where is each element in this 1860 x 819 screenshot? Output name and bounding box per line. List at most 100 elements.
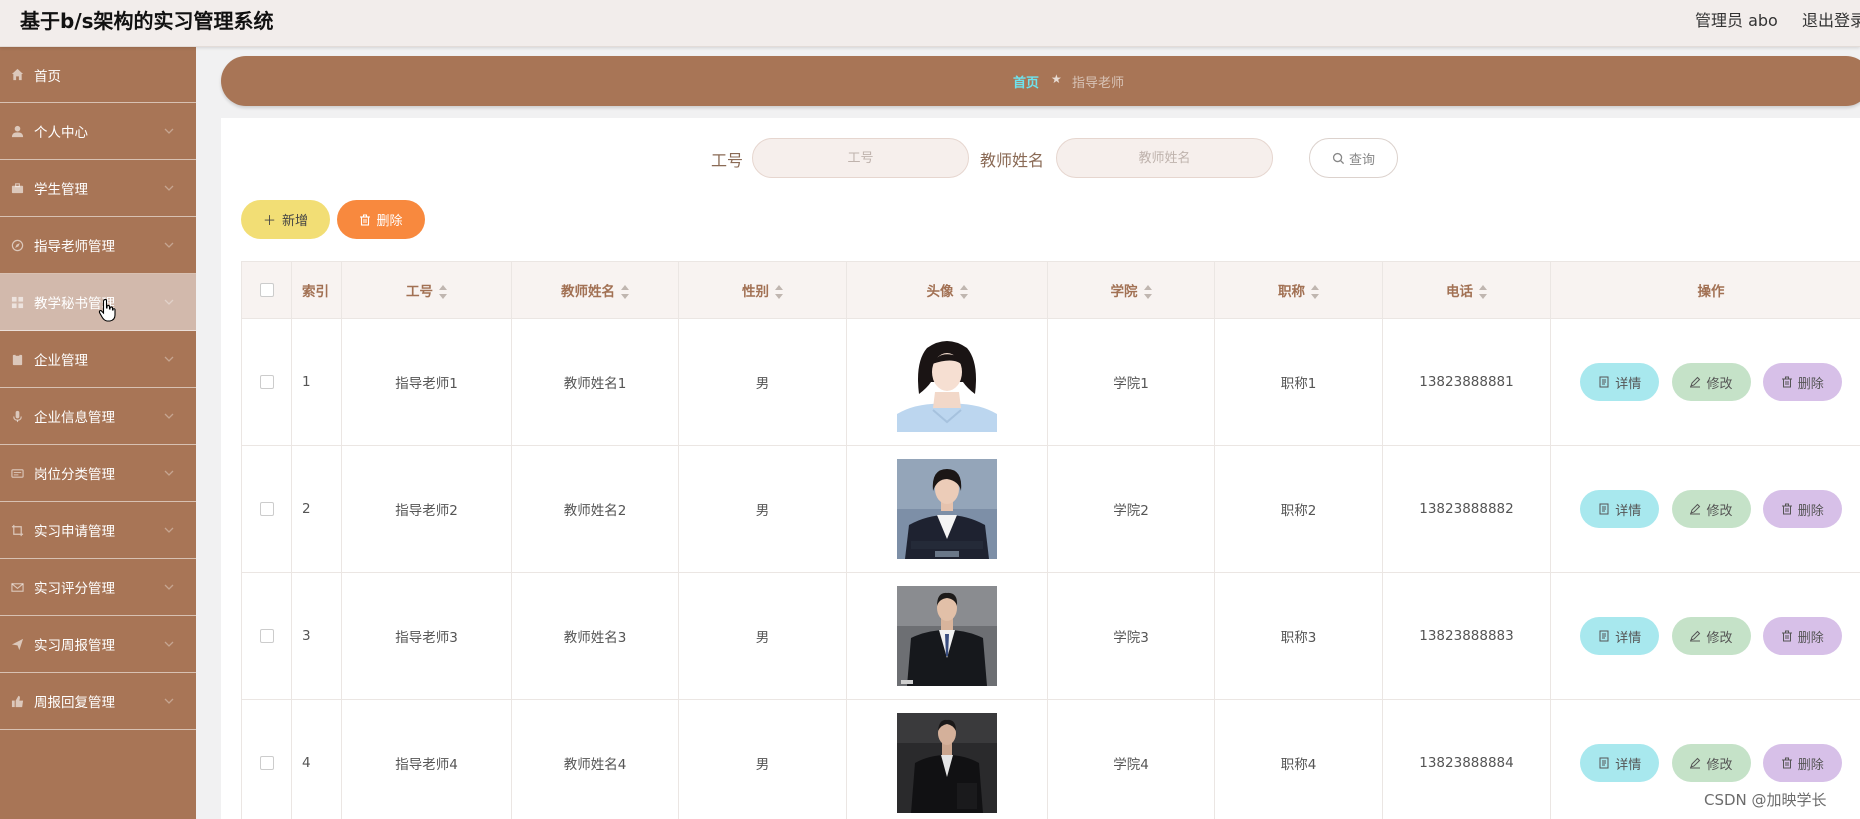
logout-link[interactable]: 退出登录 <box>1802 7 1860 31</box>
column-header-label: 工号 <box>406 284 433 300</box>
sidebar-item-profile[interactable]: 个人中心 <box>0 103 196 160</box>
sidebar-item-label: 实习评分管理 <box>34 581 115 597</box>
teacher-table: 索引 工号 教师姓名 性别 头像 学院 职称 电话 操作 1 指导老师1 教师姓… <box>241 261 1860 819</box>
sidebar-item-teachers[interactable]: 指导老师管理 <box>0 217 196 274</box>
table-row: 2 指导老师2 教师姓名2 男 学院2 职称2 13823888882 详情 修… <box>241 445 1860 573</box>
sidebar-item-internship-applications[interactable]: 实习申请管理 <box>0 502 196 559</box>
table-row: 1 指导老师1 教师姓名1 男 学院1 职称1 13823888881 详情 修… <box>241 318 1860 446</box>
column-header-avatar[interactable]: 头像 <box>846 261 1048 319</box>
sidebar-item-label: 企业信息管理 <box>34 410 115 426</box>
detail-button[interactable]: 详情 <box>1580 744 1660 782</box>
sidebar-item-label: 学生管理 <box>34 182 88 198</box>
row-phone: 13823888883 <box>1382 572 1551 700</box>
row-gender: 男 <box>678 572 847 700</box>
sidebar-item-label: 实习申请管理 <box>34 524 115 540</box>
teacher-no-input[interactable] <box>752 138 969 178</box>
plus-icon: ＋ <box>262 214 276 229</box>
sort-icon[interactable] <box>1479 285 1487 299</box>
row-actions: 详情 修改 删除 <box>1550 445 1860 573</box>
breadcrumb-home[interactable]: 首页 <box>1013 72 1039 91</box>
detail-button[interactable]: 详情 <box>1580 617 1660 655</box>
row-title: 职称4 <box>1214 699 1383 819</box>
row-actions: 详情 修改 删除 <box>1550 318 1860 446</box>
detail-button-label: 详情 <box>1615 503 1642 519</box>
chevron-down-icon <box>164 584 174 590</box>
column-header-college[interactable]: 学院 <box>1047 261 1215 319</box>
row-index: 4 <box>291 699 342 819</box>
sidebar-item-students[interactable]: 学生管理 <box>0 160 196 217</box>
column-header-phone[interactable]: 电话 <box>1382 261 1551 319</box>
grid-icon <box>10 295 24 309</box>
hand-pointer-icon <box>98 298 116 322</box>
select-all-checkbox[interactable] <box>259 283 274 297</box>
row-college: 学院1 <box>1047 318 1215 446</box>
row-phone: 13823888881 <box>1382 318 1551 446</box>
teacher-name-input[interactable] <box>1056 138 1273 178</box>
row-checkbox[interactable] <box>259 629 274 643</box>
detail-button[interactable]: 详情 <box>1580 363 1660 401</box>
edit-button[interactable]: 修改 <box>1671 363 1751 401</box>
edit-button[interactable]: 修改 <box>1671 490 1751 528</box>
row-avatar-cell <box>846 445 1048 573</box>
sidebar-item-company-info[interactable]: 企业信息管理 <box>0 388 196 445</box>
edit-button[interactable]: 修改 <box>1671 744 1751 782</box>
sort-icon[interactable] <box>621 285 629 299</box>
row-teacher-name: 教师姓名1 <box>511 318 679 446</box>
query-button[interactable]: 查询 <box>1309 138 1398 178</box>
column-header-name[interactable]: 教师姓名 <box>511 261 679 319</box>
sidebar-item-job-categories[interactable]: 岗位分类管理 <box>0 445 196 502</box>
delete-button[interactable]: 删除 <box>1762 363 1842 401</box>
sidebar-item-companies[interactable]: 企业管理 <box>0 331 196 388</box>
edit-button[interactable]: 修改 <box>1671 617 1751 655</box>
row-teacher-no: 指导老师2 <box>341 445 512 573</box>
column-header-no[interactable]: 工号 <box>341 261 512 319</box>
briefcase-icon <box>10 181 24 195</box>
sort-icon[interactable] <box>439 285 447 299</box>
edit-button-label: 修改 <box>1706 630 1733 646</box>
sort-icon[interactable] <box>775 285 783 299</box>
row-title: 职称3 <box>1214 572 1383 700</box>
sidebar-item-weekly-reports[interactable]: 实习周报管理 <box>0 616 196 673</box>
home-icon <box>10 68 24 82</box>
admin-username: 管理员 abo <box>1695 11 1778 30</box>
column-header-index: 索引 <box>291 261 342 319</box>
delete-button-label: 删除 <box>1797 376 1824 392</box>
sidebar-item-secretaries[interactable]: 教学秘书管理 <box>0 274 196 331</box>
sort-icon[interactable] <box>1143 285 1152 299</box>
row-checkbox[interactable] <box>259 375 274 389</box>
row-select-cell <box>241 445 292 573</box>
delete-button[interactable]: 删除 <box>1762 744 1842 782</box>
thumbs-up-icon <box>10 694 24 708</box>
trash-icon <box>1781 757 1792 769</box>
column-header-label: 职称 <box>1278 284 1305 300</box>
edit-button-label: 修改 <box>1706 503 1733 519</box>
sidebar-item-report-replies[interactable]: 周报回复管理 <box>0 673 196 730</box>
add-button[interactable]: ＋ 新增 <box>241 200 330 239</box>
row-select-cell <box>241 318 292 446</box>
sidebar-item-label: 企业管理 <box>34 353 88 369</box>
document-icon <box>1599 503 1609 515</box>
sort-icon[interactable] <box>1311 285 1319 299</box>
batch-delete-button[interactable]: 删除 <box>337 200 425 239</box>
card-icon <box>10 466 24 480</box>
sort-icon[interactable] <box>959 285 968 299</box>
document-icon <box>1599 376 1609 388</box>
detail-button-label: 详情 <box>1615 757 1642 773</box>
column-header-title[interactable]: 职称 <box>1214 261 1383 319</box>
row-checkbox[interactable] <box>259 502 274 516</box>
sidebar-item-internship-scores[interactable]: 实习评分管理 <box>0 559 196 616</box>
row-checkbox[interactable] <box>259 756 274 770</box>
delete-button[interactable]: 删除 <box>1762 617 1842 655</box>
sidebar-item-label: 周报回复管理 <box>34 695 115 711</box>
search-icon <box>1332 152 1345 164</box>
column-header-actions: 操作 <box>1550 261 1860 319</box>
column-header-gender[interactable]: 性别 <box>678 261 847 319</box>
column-header-label: 头像 <box>926 284 954 300</box>
sidebar-item-home[interactable]: 首页 <box>0 47 196 103</box>
chevron-down-icon <box>164 527 174 533</box>
row-phone: 13823888884 <box>1382 699 1551 819</box>
delete-button[interactable]: 删除 <box>1762 490 1842 528</box>
avatar <box>897 332 997 432</box>
sidebar-item-label: 岗位分类管理 <box>34 467 115 483</box>
detail-button[interactable]: 详情 <box>1580 490 1660 528</box>
